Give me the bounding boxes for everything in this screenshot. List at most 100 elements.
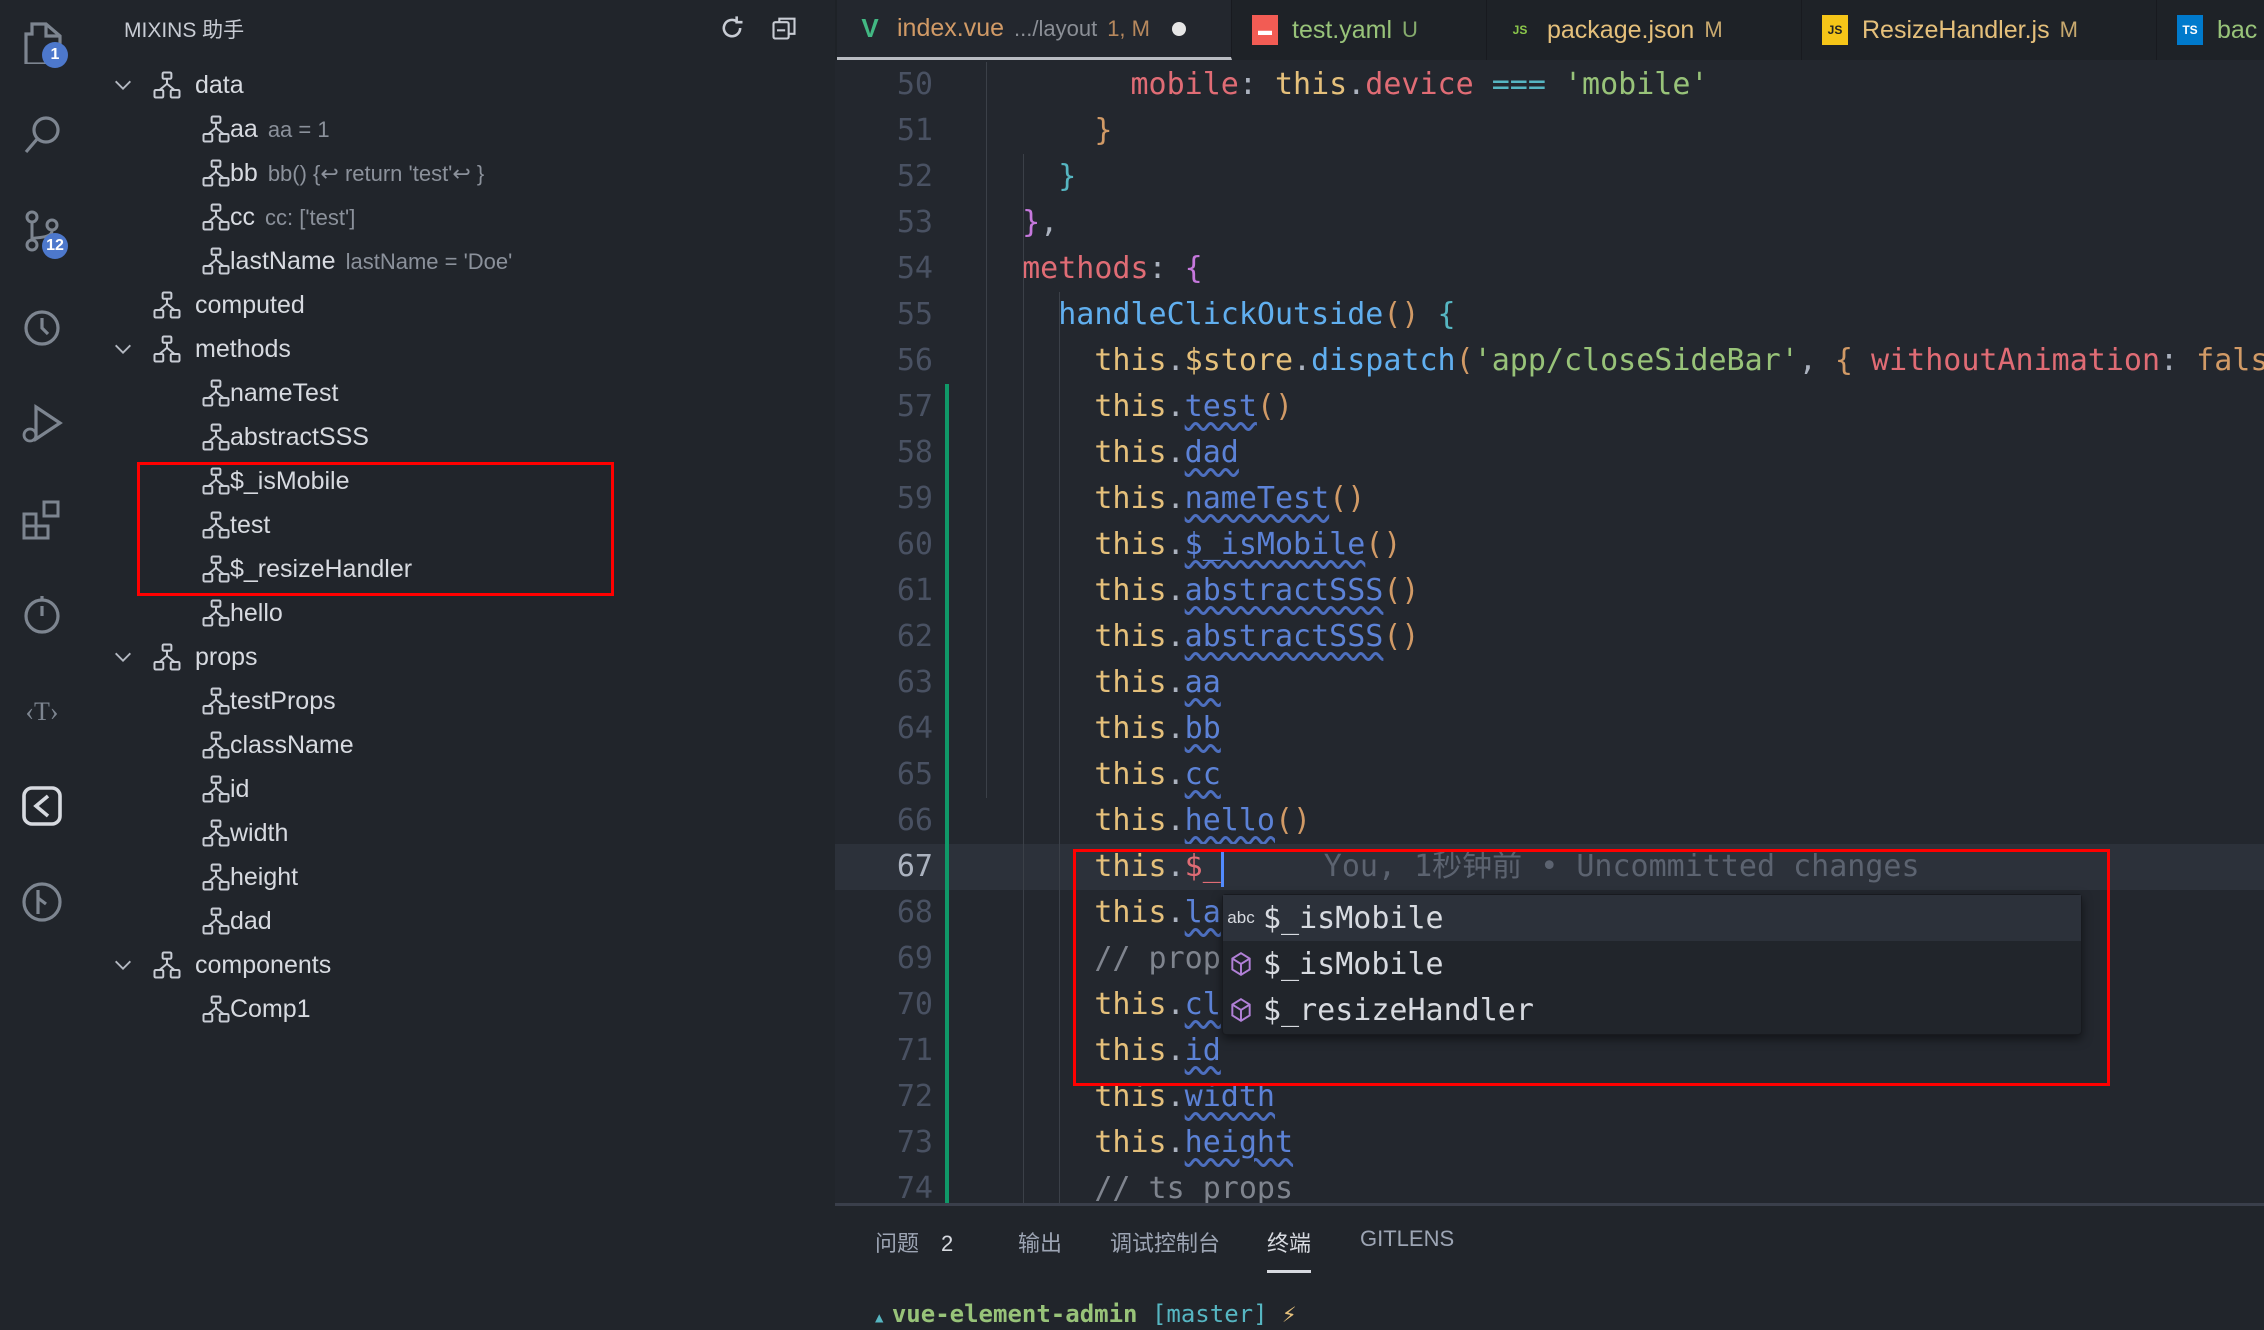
code-line[interactable]: 58 this.dad xyxy=(835,430,2264,476)
code-line[interactable]: 66 this.hello() xyxy=(835,798,2264,844)
tree-item-bb[interactable]: bb bb() {↩ return 'test'↩ } xyxy=(84,151,835,195)
chevron-down-icon[interactable] xyxy=(112,74,134,96)
code-token: this xyxy=(1094,711,1167,746)
code-text: handleClickOutside() { xyxy=(1058,292,1455,338)
tab-package-json[interactable]: JS package.json M xyxy=(1487,0,1802,60)
tree-item-name: Comp1 xyxy=(230,994,311,1023)
indent-guide xyxy=(1023,154,1024,1203)
suggestion-item[interactable]: $_resizeHandler xyxy=(1223,987,2081,1033)
code-token: this xyxy=(1094,1079,1167,1114)
chevron-right-icon[interactable] xyxy=(112,294,134,316)
panel-tab-1[interactable]: 输出 xyxy=(1018,1226,1062,1270)
tree-item-name: test xyxy=(230,510,271,539)
code-line[interactable]: 55 handleClickOutside() { xyxy=(835,292,2264,338)
code-line[interactable]: 53}, xyxy=(835,200,2264,246)
chevron-down-icon[interactable] xyxy=(112,954,134,976)
tree-item-width[interactable]: width xyxy=(84,811,835,855)
chevron-down-icon[interactable] xyxy=(112,646,134,668)
panel-tab-2[interactable]: 调试控制台 xyxy=(1110,1226,1220,1270)
tab-bac[interactable]: TS bac xyxy=(2157,0,2264,60)
line-number: 61 xyxy=(896,573,933,608)
tree-item-components[interactable]: components xyxy=(84,943,835,987)
translate-button[interactable]: ‹T› xyxy=(12,680,72,740)
git-graph-button[interactable] xyxy=(12,872,72,932)
tree-item-comp1[interactable]: Comp1 xyxy=(84,987,835,1031)
tree-item-hello[interactable]: hello xyxy=(84,591,835,635)
tree-item-nametest[interactable]: nameTest xyxy=(84,371,835,415)
suggestion-item[interactable]: abc $_isMobile xyxy=(1223,895,2081,941)
code-line[interactable]: 61 this.abstractSSS() xyxy=(835,568,2264,614)
tree-item-computed[interactable]: computed xyxy=(84,283,835,327)
hierarchy-icon xyxy=(201,598,231,628)
code-line[interactable]: 56 this.$store.dispatch('app/closeSideBar… xyxy=(835,338,2264,384)
tab-resizehandler-js[interactable]: JS ResizeHandler.js M xyxy=(1802,0,2157,60)
tree-item-testprops[interactable]: testProps xyxy=(84,679,835,723)
collapse-all-button[interactable] xyxy=(766,10,802,46)
code-token: } xyxy=(1094,113,1113,148)
mixins-helper-button[interactable] xyxy=(12,776,72,836)
code-text: this.$store.dispatch('app/closeSideBar',… xyxy=(1094,338,2264,384)
code-line[interactable]: 67 this.$_ You, 1秒钟前 • Uncommitted changes xyxy=(835,844,2264,890)
panel-tab-3[interactable]: 终端 xyxy=(1267,1226,1312,1273)
tree-item-methods[interactable]: methods xyxy=(84,327,835,371)
refresh-button[interactable] xyxy=(714,10,750,46)
panel-tab-4[interactable]: GITLENS xyxy=(1360,1226,1454,1264)
code-line[interactable]: 50 mobile: this.device === 'mobile' xyxy=(835,62,2264,108)
git-history-button[interactable] xyxy=(12,298,72,358)
tree-item-abstractsss[interactable]: abstractSSS xyxy=(84,415,835,459)
search-button[interactable] xyxy=(12,104,72,164)
dirty-dot-icon[interactable] xyxy=(1171,21,1186,36)
tree-item-lastname[interactable]: lastName lastName = 'Doe' xyxy=(84,239,835,283)
git-added-gutter xyxy=(945,568,949,614)
tree-item-test[interactable]: test xyxy=(84,503,835,547)
tree-item-height[interactable]: height xyxy=(84,855,835,899)
code-line[interactable]: 72 this.width xyxy=(835,1074,2264,1120)
tree-item-props[interactable]: props xyxy=(84,635,835,679)
code-token: () xyxy=(1383,573,1420,608)
mixins-helper-panel: MIXINS 助手 data aa aa = 1 bb bb() {↩ return '… xyxy=(84,0,835,1330)
code-editor[interactable]: Vindex.vue .../layout 1, M ▬ test.yaml U JS pac… xyxy=(835,0,2264,1203)
code-line[interactable]: 74 // ts props xyxy=(835,1166,2264,1203)
code-line[interactable]: 57 this.test() xyxy=(835,384,2264,430)
run-debug-button[interactable] xyxy=(12,393,72,453)
panel-tab-0[interactable]: 问题 2 xyxy=(875,1226,953,1270)
nodejs-icon: JS xyxy=(1512,23,1528,37)
code-text: this.abstractSSS() xyxy=(1094,614,1419,660)
suggestion-item[interactable]: $_isMobile xyxy=(1223,941,2081,987)
hierarchy-icon xyxy=(201,994,231,1024)
git-added-gutter xyxy=(945,1120,949,1166)
tree-item-aa[interactable]: aa aa = 1 xyxy=(84,107,835,151)
code-line[interactable]: 62 this.abstractSSS() xyxy=(835,614,2264,660)
panel-tab-label: 终端 xyxy=(1267,1231,1312,1256)
chevron-down-icon[interactable] xyxy=(112,338,134,360)
code-line[interactable]: 52} xyxy=(835,154,2264,200)
source-control-button[interactable]: 12 xyxy=(12,201,72,261)
tree-item-dad[interactable]: dad xyxy=(84,899,835,943)
code-token: === xyxy=(1473,67,1564,102)
tree-item-id[interactable]: id xyxy=(84,767,835,811)
code-line[interactable]: 63 this.aa xyxy=(835,660,2264,706)
tree-item-classname[interactable]: className xyxy=(84,723,835,767)
explorer-button[interactable]: 1 xyxy=(12,10,72,70)
code-line[interactable]: 64 this.bb xyxy=(835,706,2264,752)
tab-test-yaml[interactable]: ▬ test.yaml U xyxy=(1232,0,1487,60)
code-token: // ts props xyxy=(1094,1171,1294,1203)
tree-item-resizehandler[interactable]: $_resizeHandler xyxy=(84,547,835,591)
code-line[interactable]: 51} xyxy=(835,108,2264,154)
line-number: 58 xyxy=(896,435,933,470)
tree-item-ismobile[interactable]: $_isMobile xyxy=(84,459,835,503)
terminal-prompt[interactable]: ▲ vue-element-admin [master] ⚡ xyxy=(875,1300,1296,1328)
panel-title: MIXINS 助手 xyxy=(124,19,245,42)
code-line[interactable]: 54 methods: { xyxy=(835,246,2264,292)
git-added-gutter xyxy=(945,384,949,430)
extensions-button[interactable] xyxy=(12,490,72,550)
tree-item-cc[interactable]: cc cc: ['test'] xyxy=(84,195,835,239)
code-line[interactable]: 59 this.nameTest() xyxy=(835,476,2264,522)
tab-index-vue[interactable]: Vindex.vue .../layout 1, M xyxy=(837,0,1232,60)
code-line[interactable]: 60 this.$_isMobile() xyxy=(835,522,2264,568)
code-line[interactable]: 65 this.cc xyxy=(835,752,2264,798)
code-token: this xyxy=(1094,757,1167,792)
timeline-button[interactable] xyxy=(12,584,72,644)
code-line[interactable]: 73 this.height xyxy=(835,1120,2264,1166)
tree-item-data[interactable]: data xyxy=(84,63,835,107)
